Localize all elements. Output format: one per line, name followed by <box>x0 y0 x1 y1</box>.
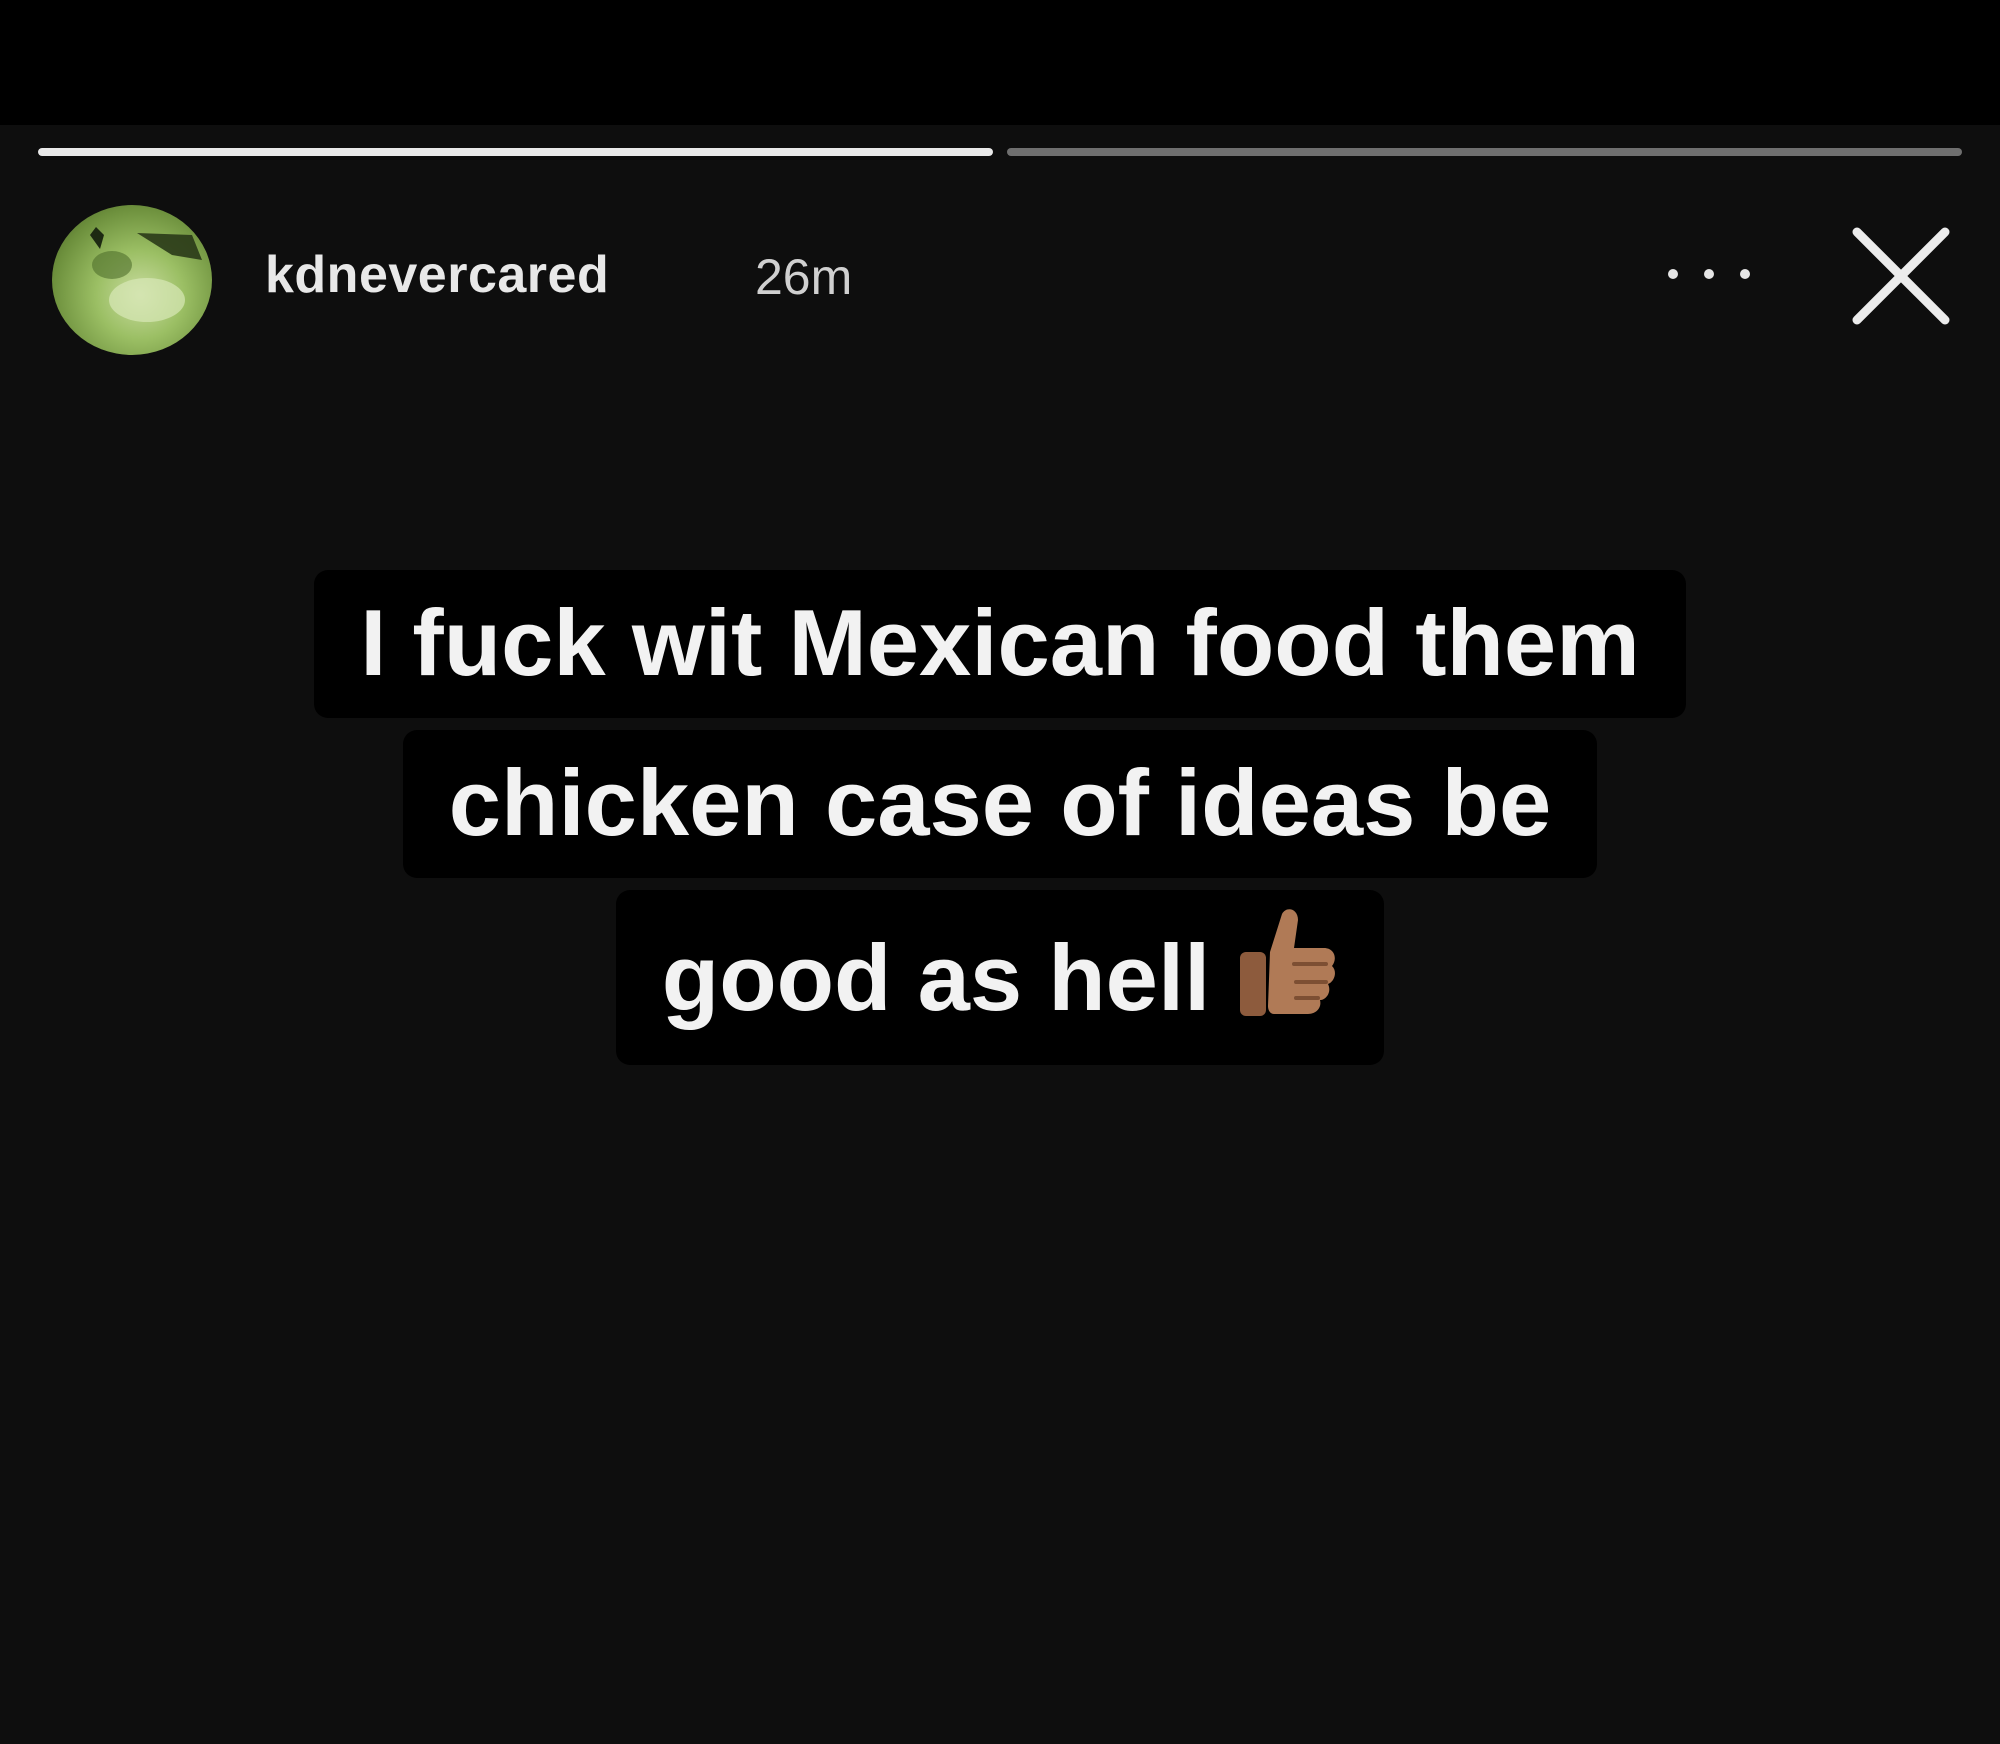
story-caption: I fuck wit Mexican food them chicken cas… <box>0 570 2000 1065</box>
more-options-button[interactable] <box>1668 262 1750 286</box>
story-timestamp: 26m <box>755 249 853 305</box>
story-username[interactable]: kdnevercared <box>265 245 609 305</box>
close-icon <box>1852 227 1950 325</box>
top-black-band <box>0 0 2000 125</box>
dot-icon <box>1704 269 1714 279</box>
caption-line-3-text: good as hell <box>661 925 1211 1030</box>
close-button[interactable] <box>1845 220 1957 332</box>
caption-line-2: chicken case of ideas be <box>402 730 1598 878</box>
thumbs-up-icon <box>1230 904 1338 1049</box>
dot-icon <box>1740 269 1750 279</box>
story-progress-segment-2 <box>1007 148 1962 156</box>
story-progress-segment-1 <box>38 148 993 156</box>
dot-icon <box>1668 269 1678 279</box>
caption-line-1: I fuck wit Mexican food them <box>314 570 1686 718</box>
caption-line-3: good as hell <box>615 890 1385 1065</box>
avatar[interactable] <box>52 205 212 355</box>
story-progress-fill-1 <box>38 148 993 156</box>
